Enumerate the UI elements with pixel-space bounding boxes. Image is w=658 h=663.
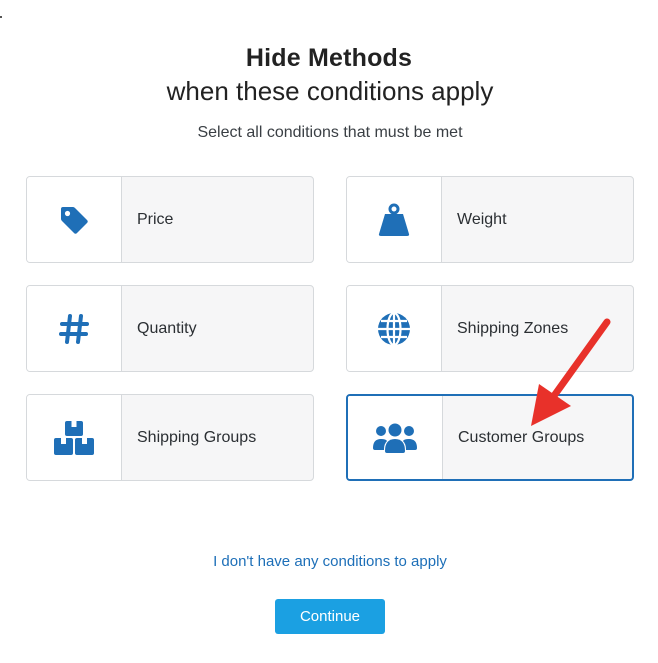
annotation-arrow [531,318,611,426]
page-subtitle: when these conditions apply [166,76,494,106]
condition-label: Shipping Groups [137,428,257,446]
corner-dot [0,16,2,18]
continue-button[interactable]: Continue [275,599,385,634]
users-icon [348,396,443,479]
conditions-page: Hide Methods when these conditions apply… [0,0,658,663]
globe-icon [347,286,442,371]
condition-label: Weight [457,210,507,228]
condition-card-price[interactable]: Price [26,176,314,263]
no-conditions-link[interactable]: I don't have any conditions to apply [0,553,658,570]
condition-card-quantity[interactable]: Quantity [26,285,314,372]
condition-card-weight[interactable]: Weight [346,176,634,263]
boxes-icon [27,395,122,480]
condition-label: Quantity [137,319,197,337]
tag-icon [27,177,122,262]
hash-icon [27,286,122,371]
weight-icon [347,177,442,262]
instructions-text: Select all conditions that must be met [197,124,463,141]
condition-label: Price [137,210,174,228]
condition-card-shipping-groups[interactable]: Shipping Groups [26,394,314,481]
page-title: Hide Methods [245,44,413,72]
